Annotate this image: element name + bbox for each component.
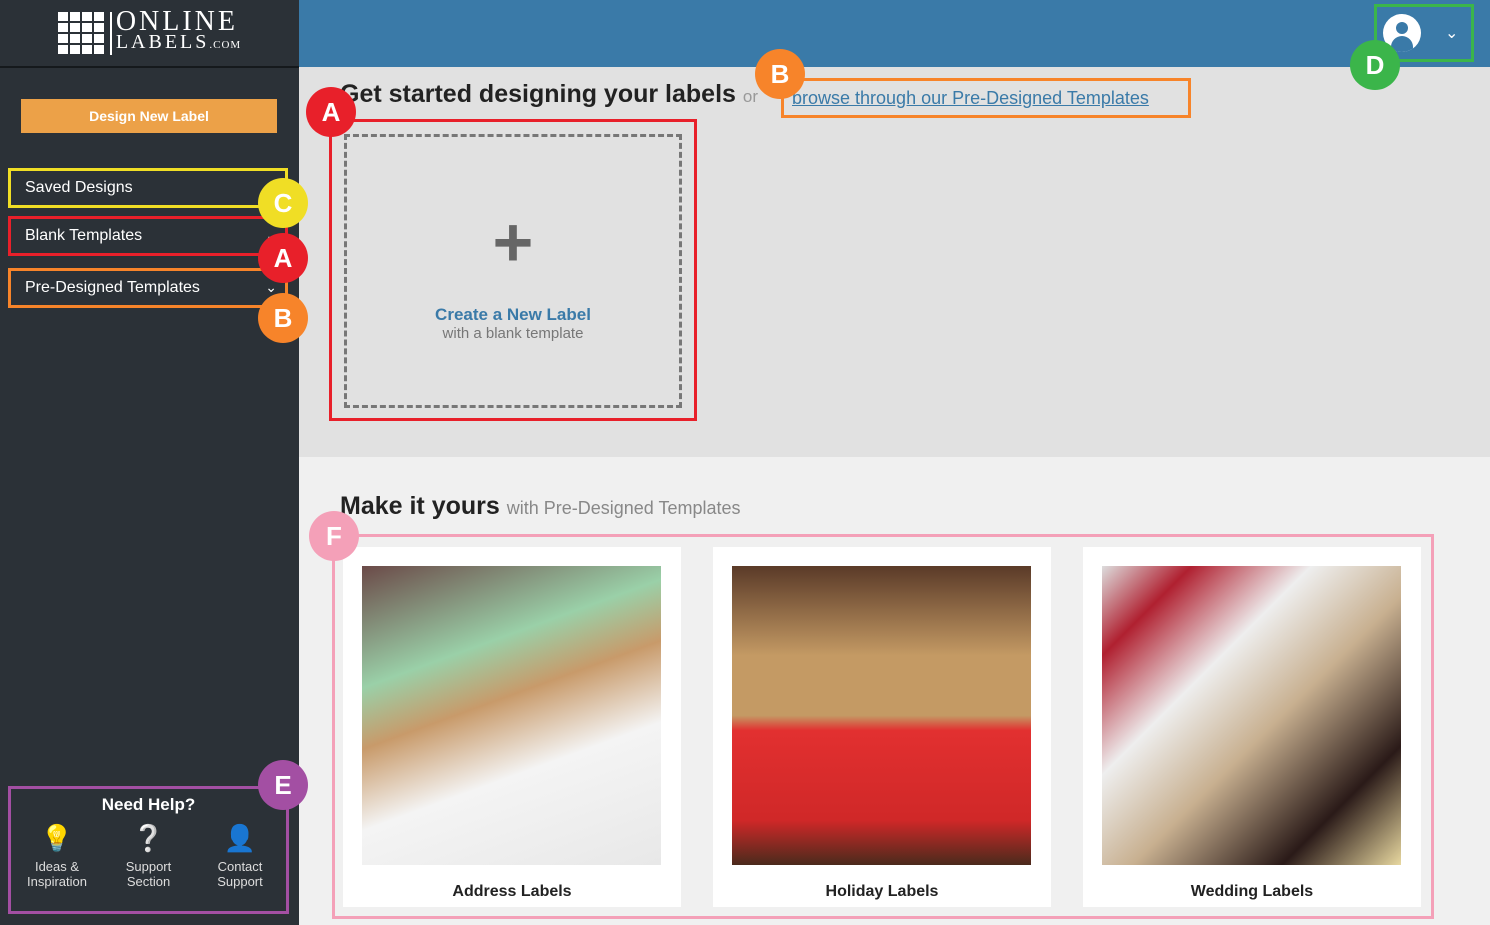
sidebar-item-label: Saved Designs [25,179,133,196]
top-header: ⌄ [299,0,1490,67]
design-new-label-button[interactable]: Design New Label [21,99,277,133]
help-label: Section [126,874,171,889]
need-help-panel: Need Help? 💡 Ideas & Inspiration ❔ Support S… [8,786,289,914]
annotation-badge-f: F [309,511,359,561]
template-card-address[interactable]: Address Labels [343,547,681,907]
holiday-labels-image [732,566,1031,865]
create-title: Create a New Label [435,305,591,324]
sidebar-item-pre-designed-templates[interactable]: Pre-Designed Templates ⌄ [8,268,288,308]
help-label: Ideas & [34,859,80,874]
chevron-down-icon: ⌄ [1445,25,1459,42]
plus-icon: + [492,203,534,281]
create-new-label-highlight: + Create a New Label with a blank templa… [329,119,697,421]
sidebar-item-saved-designs[interactable]: Saved Designs⌄ [8,168,288,208]
template-card-wedding[interactable]: Wedding Labels [1083,547,1421,907]
need-help-title: Need Help? [101,795,196,814]
question-icon: ❔ [132,823,165,853]
annotation-badge-b: B [258,293,308,343]
annotation-badge-d: D [1350,40,1400,90]
annotation-badge-a: A [306,87,356,137]
card-label: Wedding Labels [1190,883,1314,900]
or-text: or [742,87,759,106]
help-label: Contact [217,859,263,874]
create-subtitle: with a blank template [442,325,584,342]
sidebar-item-blank-templates[interactable]: Blank Templates⌄ [8,216,288,256]
make-subtitle: with Pre-Designed Templates [506,498,741,518]
card-label: Address Labels [452,883,572,900]
annotation-badge-c: C [258,178,308,228]
title-text: Get started designing your labels [340,80,736,108]
sidebar-item-label: Pre-Designed Templates [25,279,200,296]
contact-support-link[interactable]: 👤 Contact Support [200,823,280,889]
support-section-link[interactable]: ❔ Support Section [109,823,189,889]
make-title: Make it yours [340,492,500,520]
logo-grid-icon [57,12,104,54]
headset-icon: 👤 [223,823,257,853]
sidebar-item-label: Blank Templates [25,227,143,244]
wedding-labels-image [1102,566,1401,865]
help-label: Support [217,874,263,889]
logo-text-1: ONLINE [115,5,239,37]
page-title: Get started designing your labels or [340,80,758,109]
lightbulb-icon: 💡 [40,823,74,853]
help-label: Inspiration [27,874,87,889]
create-new-label-button[interactable]: + Create a New Label with a blank templa… [344,134,682,408]
logo[interactable]: ONLINE LABELS.COM [0,0,299,68]
logo-text-2: LABELS [115,30,210,53]
ideas-inspiration-link[interactable]: 💡 Ideas & Inspiration [17,823,97,889]
sidebar: ONLINE LABELS.COM Design New Label Saved … [0,0,299,925]
logo-suffix: .COM [209,38,242,51]
section-title: Make it yours with Pre-Designed Template… [340,492,741,521]
template-cards: Address Labels Holiday Labels Wedding La… [332,534,1434,919]
template-card-holiday[interactable]: Holiday Labels [713,547,1051,907]
help-label: Support [125,859,172,874]
annotation-badge-b: B [755,49,805,99]
annotation-badge-e: E [258,760,308,810]
annotation-badge-a: A [258,233,308,283]
browse-templates-link[interactable]: browse through our Pre-Designed Template… [781,78,1191,118]
address-labels-image [362,566,661,865]
card-label: Holiday Labels [825,883,939,900]
